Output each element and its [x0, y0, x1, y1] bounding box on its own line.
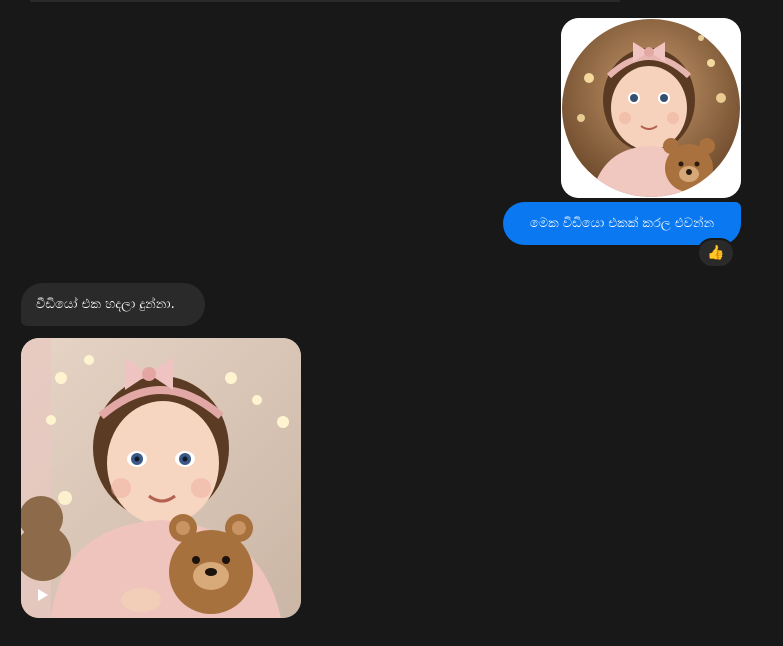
thumbs-up-icon[interactable]: 👍 [697, 238, 735, 268]
sent-photo[interactable] [561, 18, 741, 198]
top-divider [30, 0, 620, 2]
play-icon[interactable] [33, 586, 51, 604]
baby-photo-circular [561, 18, 741, 198]
received-message-bubble[interactable]: වීඩියෝ එක හදලා දුන්නා. [21, 283, 205, 326]
received-video[interactable] [21, 338, 301, 618]
baby-video-thumbnail [21, 338, 301, 618]
